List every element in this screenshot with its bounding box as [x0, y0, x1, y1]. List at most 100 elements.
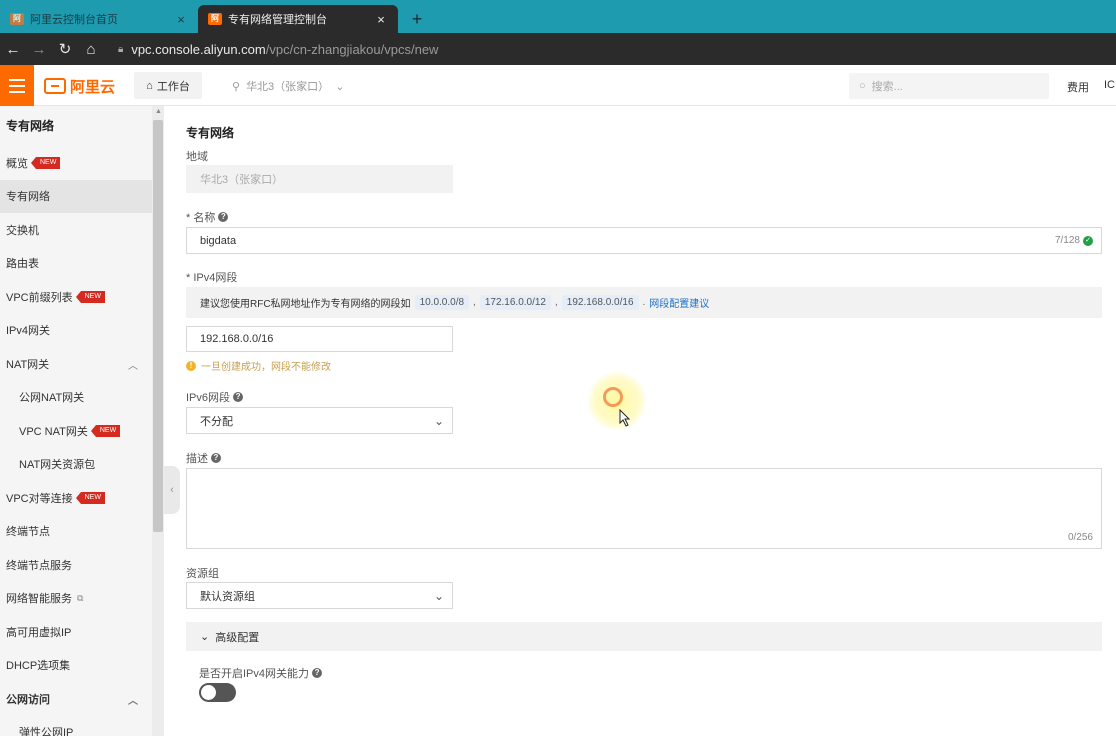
new-badge: NEW [75, 290, 105, 303]
sidebar-item-route-table[interactable]: 路由表 [0, 247, 152, 281]
sidebar-item-prefix-list[interactable]: VPC前缀列表 NEW [0, 280, 152, 314]
region-value: 华北3（张家口） [200, 174, 284, 186]
ipv4-cidr-input[interactable]: 192.168.0.0/16 [186, 326, 453, 352]
sidebar-item-network-intelligence[interactable]: 网络智能服务 ⧉ [0, 582, 152, 616]
advanced-config-toggle[interactable]: ⌄ 高级配置 [186, 622, 1102, 651]
menu-icon[interactable] [0, 65, 34, 106]
chevron-down-icon: ⌄ [433, 588, 444, 603]
name-counter-text: 7/128 [1054, 235, 1080, 246]
forward-arrow-icon[interactable]: → [26, 41, 52, 58]
sidebar-item-label: NAT网关 [6, 358, 50, 371]
description-label: 描述 ? [186, 450, 221, 466]
workbench-label: 工作台 [156, 80, 190, 93]
new-tab-button[interactable]: + [406, 8, 428, 30]
help-icon[interactable]: ? [233, 392, 244, 402]
resource-group-label: 资源组 [186, 568, 219, 580]
chevron-down-icon: ⌄ [335, 80, 345, 93]
ipv4-warning-text: 一旦创建成功，网段不能修改 [201, 362, 331, 373]
sidebar-item-vpc-peering[interactable]: VPC对等连接 NEW [0, 481, 152, 515]
ipv4-cidr-value: 192.168.0.0/16 [200, 333, 274, 345]
address-bar: ← → ↻ ⌂ 🔒︎ vpc.console.aliyun.com/vpc/cn… [0, 33, 1116, 65]
collapse-sidebar-button[interactable]: ‹ [164, 466, 180, 514]
aliyun-logo-icon [44, 78, 66, 94]
sidebar-item-label: 网络智能服务 [6, 593, 72, 606]
help-icon[interactable]: ? [211, 453, 221, 463]
sidebar-item-vpc[interactable]: 专有网络 [0, 179, 152, 213]
home-icon: ⌂ [146, 79, 153, 92]
cidr-tag-10[interactable]: 10.0.0.0/8 [414, 295, 470, 310]
ipv6-label: IPv6网段 ? [186, 389, 244, 405]
chevron-left-icon: ‹ [170, 484, 174, 496]
ipv6-select[interactable]: 不分配 ⌄ [186, 407, 453, 434]
sidebar-item-public-nat[interactable]: 公网NAT网关 [0, 381, 152, 415]
resource-group-value: 默认资源组 [200, 590, 255, 603]
scroll-up-icon[interactable]: ▲ [155, 108, 162, 115]
close-icon[interactable]: × [174, 12, 188, 27]
ipv4-gateway-switch[interactable] [199, 683, 236, 702]
cidr-tag-172[interactable]: 172.16.0.0/12 [479, 295, 551, 310]
cidr-advice-link[interactable]: 网段配置建议 [649, 295, 709, 310]
sidebar-item-havip[interactable]: 高可用虚拟IP [0, 615, 152, 649]
sidebar-item-eip[interactable]: 弹性公网IP [0, 716, 152, 736]
console-top-bar: 阿里云 ⌂ 工作台 ⚲ 华北3（张家口） ⌄ ○ 搜索... 费用 ICI [0, 65, 1116, 106]
sidebar-group-public-access[interactable]: 公网访问 ︿ [0, 682, 152, 716]
resource-group-select[interactable]: 默认资源组 ⌄ [186, 582, 453, 609]
cidr-tag-192[interactable]: 192.168.0.0/16 [561, 295, 639, 310]
aliyun-favicon-icon: 阿 [10, 13, 24, 25]
sidebar-item-endpoint[interactable]: 终端节点 [0, 515, 152, 549]
back-arrow-icon[interactable]: ← [0, 41, 26, 58]
logo-text: 阿里云 [70, 78, 116, 96]
sidebar-item-dhcp[interactable]: DHCP选项集 [0, 649, 152, 683]
sidebar-item-ipv4-gateway[interactable]: IPv4网关 [0, 314, 152, 348]
name-input[interactable]: bigdata 7/128 ✓ [186, 227, 1102, 254]
fee-menu[interactable]: 费用 [1067, 79, 1089, 95]
mouse-pointer-icon [619, 409, 631, 427]
vpc-create-form: 专有网络 地域 华北3（张家口） * 名称 ? bigdata 7/128 ✓ … [186, 106, 1116, 736]
sidebar-item-label: 弹性公网IP [19, 727, 74, 736]
sidebar-item-nat-package[interactable]: NAT网关资源包 [0, 448, 152, 482]
chevron-up-icon: ︿ [128, 361, 138, 372]
browser-tab-vpc-console[interactable]: 阿 专有网络管理控制台 × [198, 5, 398, 33]
url-path: /vpc/cn-zhangjiakou/vpcs/new [265, 41, 439, 57]
sidebar-item-vswitch[interactable]: 交换机 [0, 213, 152, 247]
sidebar-item-overview[interactable]: 概览 NEW [0, 146, 152, 180]
browser-tab-console-home[interactable]: 阿 阿里云控制台首页 × [0, 5, 198, 33]
ipv4-label: * IPv4网段 [186, 272, 238, 284]
sidebar-item-vpc-nat[interactable]: VPC NAT网关 NEW [0, 414, 152, 448]
region-label: 华北3（张家口） [246, 81, 330, 93]
sidebar-scrollbar-thumb[interactable] [153, 120, 163, 532]
check-icon: ✓ [1083, 235, 1093, 246]
url-field[interactable]: vpc.console.aliyun.com/vpc/cn-zhangjiako… [131, 42, 438, 57]
help-icon[interactable]: ? [312, 668, 323, 678]
close-icon[interactable]: × [374, 12, 388, 27]
hint-text: 建议您使用RFC私网地址作为专有网络的网段如 [200, 299, 411, 310]
sidebar-item-label: 终端节点 [6, 526, 50, 539]
sidebar-item-endpoint-service[interactable]: 终端节点服务 [0, 548, 152, 582]
help-icon[interactable]: ? [218, 212, 229, 222]
name-value: bigdata [200, 234, 237, 247]
ipv4-warning: ! 一旦创建成功，网段不能修改 [186, 358, 331, 373]
reload-icon[interactable]: ↻ [52, 40, 78, 58]
icp-menu[interactable]: ICI [1104, 79, 1116, 91]
workbench-button[interactable]: ⌂ 工作台 [134, 72, 202, 99]
home-icon[interactable]: ⌂ [78, 41, 104, 58]
lock-icon[interactable]: 🔒︎ [118, 44, 123, 55]
sidebar-item-label: 专有网络 [6, 191, 50, 204]
aliyun-logo[interactable]: 阿里云 [44, 75, 115, 97]
cursor-click-ring [603, 387, 623, 407]
search-input[interactable]: ○ 搜索... [849, 73, 1049, 99]
description-textarea[interactable]: 0/256 [186, 468, 1102, 549]
description-counter: 0/256 [1067, 532, 1093, 543]
chevron-up-icon: ︿ [128, 696, 138, 707]
new-badge: NEW [30, 156, 61, 169]
sidebar-item-nat-gateway[interactable]: NAT网关 ︿ [0, 347, 152, 381]
sidebar-item-label: 终端节点服务 [6, 559, 72, 572]
sidebar-item-label: 路由表 [6, 258, 39, 271]
region-selector[interactable]: ⚲ 华北3（张家口） ⌄ [232, 78, 344, 94]
sidebar-item-label: 高可用虚拟IP [6, 626, 72, 639]
sidebar-item-label: IPv4网关 [6, 325, 51, 338]
search-placeholder: 搜索... [871, 81, 903, 93]
ipv6-value: 不分配 [200, 415, 233, 428]
description-label-text: 描述 [186, 453, 208, 465]
region-field: 华北3（张家口） [186, 165, 453, 193]
